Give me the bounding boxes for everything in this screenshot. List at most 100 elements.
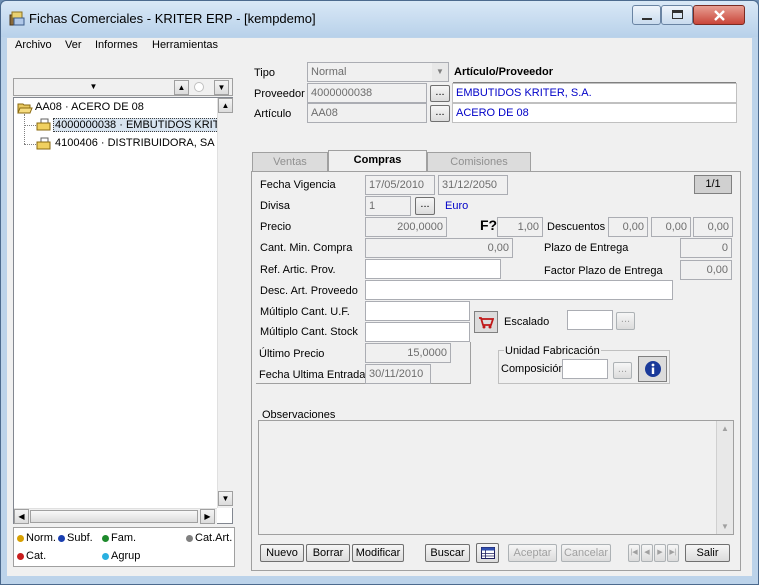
tab-comisiones[interactable]: Comisiones [427, 152, 531, 172]
folder-doc-icon [36, 137, 51, 150]
proveedor-field[interactable]: 4000000038 [307, 83, 427, 103]
dot-icon [102, 553, 109, 560]
tree-vscrollbar[interactable]: ▲ ▼ [217, 98, 233, 508]
nav-first-icon[interactable]: |◀ [628, 544, 640, 562]
descuento-2-field[interactable]: 0,00 [651, 217, 691, 237]
fecha-hasta-field[interactable]: 31/12/2050 [438, 175, 508, 195]
scroll-down-icon[interactable]: ▼ [218, 491, 233, 506]
dot-icon [186, 535, 193, 542]
unidad-fabricacion-label: Unidad Fabricación [504, 345, 601, 357]
info-icon [645, 361, 661, 377]
modificar-button[interactable]: Modificar [352, 544, 404, 562]
menu-informes[interactable]: Informes [95, 39, 138, 51]
borrar-button[interactable]: Borrar [306, 544, 350, 562]
precio-label: Precio [260, 221, 292, 233]
scroll-right-icon[interactable]: ▶ [200, 509, 215, 524]
dot-icon [102, 535, 109, 542]
scroll-down-icon[interactable]: ▼ [721, 522, 729, 531]
multiplo-uf-label: Múltiplo Cant. U.F. [260, 306, 350, 318]
salir-button[interactable]: Salir [685, 544, 730, 562]
legend: Norm. Subf. Fam. Cat.Art. Cat. Agrup [13, 527, 235, 567]
nav-prev-icon[interactable]: ◀ [641, 544, 653, 562]
tab-ventas[interactable]: Ventas [252, 152, 328, 172]
grid-view-button[interactable] [476, 543, 499, 563]
buscar-button[interactable]: Buscar [425, 544, 470, 562]
tree-circle-icon[interactable] [194, 82, 204, 92]
tab-compras[interactable]: Compras [328, 150, 427, 172]
ref-artic-label: Ref. Artic. Prov. [260, 264, 336, 276]
ultimo-precio-field[interactable]: 15,0000 [365, 343, 451, 363]
escalado-lookup-button[interactable]: ... [616, 312, 635, 330]
folder-doc-icon [36, 118, 51, 131]
tipo-select[interactable]: Normal [307, 62, 449, 82]
tree-down-icon[interactable]: ▼ [214, 80, 229, 95]
maximize-icon [672, 10, 683, 19]
cant-min-field[interactable]: 0,00 [365, 238, 513, 258]
fecha-ultima-label: Fecha Ultima Entrada [259, 369, 366, 381]
menu-archivo[interactable]: Archivo [15, 39, 52, 51]
ref-artic-field[interactable] [365, 259, 501, 279]
factor-plazo-field[interactable]: 0,00 [680, 260, 732, 280]
scroll-left-icon[interactable]: ◀ [14, 509, 29, 524]
tree-dropdown-icon[interactable]: ▼ [86, 80, 101, 95]
cancelar-button[interactable]: Cancelar [561, 544, 611, 562]
tree-item[interactable]: 4100406 · DISTRIBUIDORA, SA [55, 137, 215, 149]
legend-cat: Cat. [17, 550, 46, 562]
legend-subf: Subf. [58, 532, 93, 544]
maximize-button[interactable] [661, 5, 693, 25]
fecha-desde-field[interactable]: 17/05/2010 [365, 175, 435, 195]
tree-connector [24, 114, 25, 144]
multiplo-uf-field[interactable] [365, 301, 470, 321]
desc-art-field[interactable] [365, 280, 673, 300]
dot-icon [17, 553, 24, 560]
minimize-button[interactable] [632, 5, 661, 25]
plazo-field[interactable]: 0 [680, 238, 732, 258]
descuento-1-field[interactable]: 0,00 [608, 217, 648, 237]
legend-cat-label: Cat. [26, 550, 47, 562]
observaciones-scrollbar[interactable]: ▲ ▼ [716, 421, 733, 534]
fecha-ultima-field[interactable]: 30/11/2010 [365, 364, 431, 384]
aceptar-button[interactable]: Aceptar [508, 544, 557, 562]
multiplo-stock-field[interactable] [365, 322, 470, 342]
proveedor-lookup-button[interactable]: ... [430, 85, 450, 102]
divisa-label: Divisa [260, 200, 290, 212]
cart-icon [479, 317, 494, 329]
escalado-field[interactable] [567, 310, 613, 330]
proveedor-name: EMBUTIDOS KRITER, S.A. [452, 83, 737, 103]
proveedor-label: Proveedor [254, 88, 305, 100]
tree-up-icon[interactable]: ▲ [174, 80, 189, 95]
scroll-up-icon[interactable]: ▲ [721, 424, 729, 433]
menu-herramientas[interactable]: Herramientas [152, 39, 218, 51]
close-icon [714, 10, 725, 21]
divisa-field[interactable]: 1 [365, 196, 411, 216]
window-title: Fichas Comerciales - KRITER ERP - [kempd… [29, 11, 316, 26]
app-icon [9, 11, 25, 26]
tree-root-label[interactable]: AA08 · ACERO DE 08 [35, 101, 144, 113]
f-factor-field[interactable]: 1,00 [497, 217, 543, 237]
escalado-tool-button[interactable] [474, 311, 498, 333]
chevron-down-icon[interactable]: ▼ [432, 63, 448, 81]
close-button[interactable] [693, 5, 745, 25]
articulo-lookup-button[interactable]: ... [430, 105, 450, 122]
composicion-field[interactable] [562, 359, 608, 379]
scroll-up-icon[interactable]: ▲ [218, 98, 233, 113]
articulo-field[interactable]: AA08 [307, 103, 427, 123]
articulo-label: Artículo [254, 108, 292, 120]
divisa-lookup-button[interactable]: ... [415, 197, 435, 215]
tree-hscrollbar[interactable]: ◀ ▶ [14, 508, 217, 524]
scroll-thumb[interactable] [30, 510, 198, 523]
title-bar[interactable]: Fichas Comerciales - KRITER ERP - [kempd… [1, 1, 758, 37]
descuento-3-field[interactable]: 0,00 [693, 217, 733, 237]
tree-item-selected[interactable]: 4000000038 · EMBUTIDOS KRIT [53, 118, 222, 132]
tree-panel: AA08 · ACERO DE 08 4000000038 · EMBUTIDO… [13, 97, 233, 524]
observaciones-textarea[interactable]: ▲ ▼ [258, 420, 734, 535]
legend-catart: Cat.Art. [186, 532, 232, 544]
menu-ver[interactable]: Ver [65, 39, 82, 51]
nav-last-icon[interactable]: ▶| [667, 544, 679, 562]
nuevo-button[interactable]: Nuevo [260, 544, 304, 562]
record-navigator: |◀ ◀ ▶ ▶| [628, 544, 679, 562]
precio-field[interactable]: 200,0000 [365, 217, 447, 237]
info-button[interactable] [638, 356, 667, 382]
nav-next-icon[interactable]: ▶ [654, 544, 666, 562]
composicion-lookup-button[interactable]: ... [613, 362, 632, 379]
